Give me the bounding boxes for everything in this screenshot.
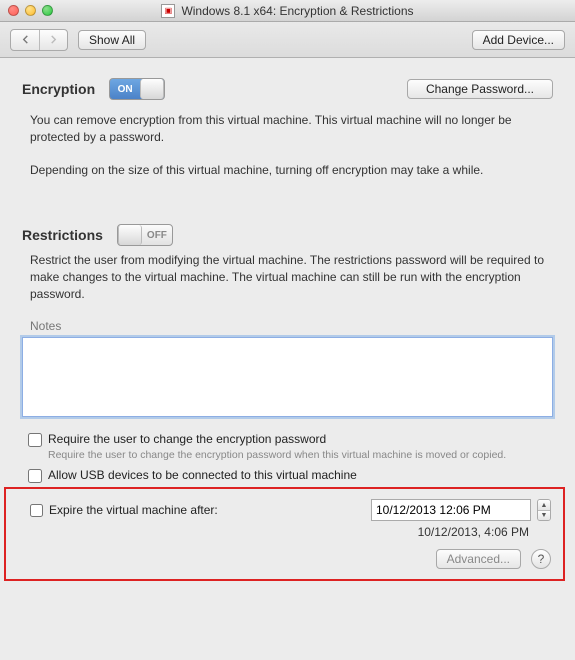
toolbar: Show All Add Device... xyxy=(0,22,575,58)
window-controls xyxy=(0,5,53,16)
expire-datetime-display: 10/12/2013, 4:06 PM xyxy=(24,525,529,539)
forward-button[interactable] xyxy=(39,30,67,50)
expire-datetime-input[interactable] xyxy=(371,499,531,521)
change-password-button[interactable]: Change Password... xyxy=(407,79,553,99)
back-button[interactable] xyxy=(11,30,39,50)
expire-vm-checkbox[interactable] xyxy=(30,504,43,517)
advanced-button[interactable]: Advanced... xyxy=(436,549,521,569)
notes-textarea[interactable] xyxy=(22,337,553,417)
window-title: Windows 8.1 x64: Encryption & Restrictio… xyxy=(181,4,413,18)
close-window-button[interactable] xyxy=(8,5,19,16)
restrictions-description: Restrict the user from modifying the vir… xyxy=(30,252,553,302)
encryption-description-1: You can remove encryption from this virt… xyxy=(30,112,553,146)
restrictions-heading: Restrictions xyxy=(22,227,103,243)
restrictions-toggle[interactable]: OFF xyxy=(117,224,173,246)
encryption-heading: Encryption xyxy=(22,81,95,97)
stepper-up-button[interactable]: ▲ xyxy=(538,500,550,510)
require-password-change-checkbox[interactable] xyxy=(28,433,42,447)
show-all-button[interactable]: Show All xyxy=(78,30,146,50)
toggle-knob xyxy=(118,225,142,245)
expire-vm-label: Expire the virtual machine after: xyxy=(49,503,365,517)
minimize-window-button[interactable] xyxy=(25,5,36,16)
highlighted-expire-section: Expire the virtual machine after: ▲ ▼ 10… xyxy=(4,487,565,581)
add-device-button[interactable]: Add Device... xyxy=(472,30,565,50)
app-icon: ▣ xyxy=(161,4,175,18)
allow-usb-label: Allow USB devices to be connected to thi… xyxy=(48,468,357,482)
window-titlebar: ▣ Windows 8.1 x64: Encryption & Restrict… xyxy=(0,0,575,22)
notes-label: Notes xyxy=(30,319,553,333)
encryption-description-2: Depending on the size of this virtual ma… xyxy=(30,162,553,179)
toggle-knob xyxy=(140,79,164,99)
help-button[interactable]: ? xyxy=(531,549,551,569)
require-password-change-sublabel: Require the user to change the encryptio… xyxy=(48,449,553,463)
stepper-down-button[interactable]: ▼ xyxy=(538,510,550,521)
allow-usb-checkbox[interactable] xyxy=(28,469,42,483)
zoom-window-button[interactable] xyxy=(42,5,53,16)
require-password-change-label: Require the user to change the encryptio… xyxy=(48,432,326,446)
nav-back-forward xyxy=(10,29,68,51)
expire-datetime-stepper: ▲ ▼ xyxy=(537,499,551,521)
encryption-toggle[interactable]: ON xyxy=(109,78,165,100)
